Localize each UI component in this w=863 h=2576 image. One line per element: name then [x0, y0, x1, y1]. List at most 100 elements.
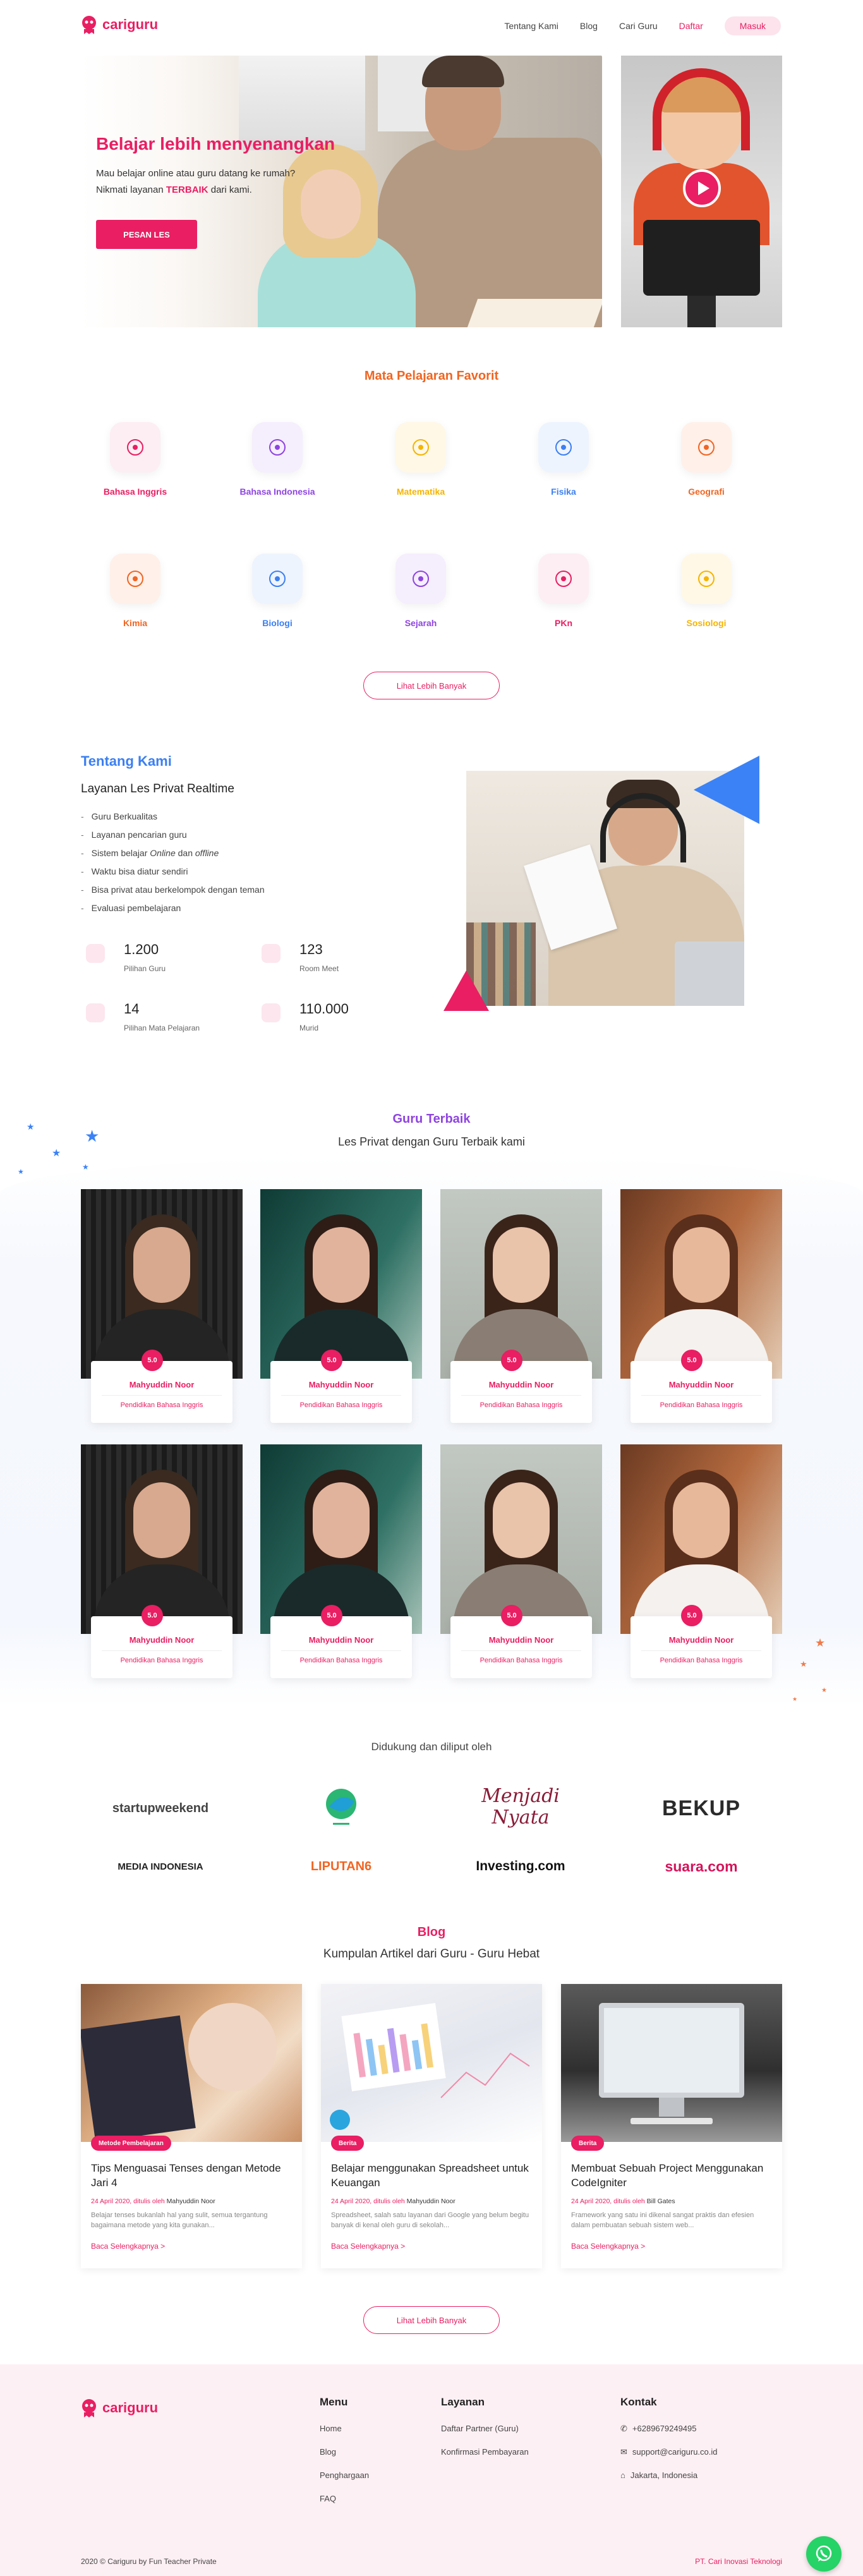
subject-geografi[interactable]: Geografi: [656, 422, 757, 497]
teacher-card[interactable]: 5.0 Mahyuddin Noor Pendidikan Bahasa Inggr…: [81, 1444, 243, 1681]
subject-label: Sosiologi: [686, 618, 727, 628]
partner-investing-logo: Investing.com: [438, 1841, 603, 1892]
blog-post-tag[interactable]: Berita: [331, 2136, 365, 2151]
teacher-card[interactable]: 5.0 Mahyuddin Noor Pendidikan Bahasa Inggr…: [620, 1189, 782, 1426]
video-tablet-stand: [687, 296, 716, 327]
teacher-divider: [102, 1650, 222, 1651]
teacher-card[interactable]: 5.0 Mahyuddin Noor Pendidikan Bahasa Inggr…: [81, 1189, 243, 1426]
hero-banner: Belajar lebih menyenangkan Mau belajar o…: [81, 56, 602, 327]
imac-stand: [659, 2098, 684, 2117]
atom-icon: [538, 422, 589, 473]
partner-kemkominfo-logo: [259, 1783, 423, 1834]
blog-post-card[interactable]: Berita Membuat Sebuah Project Menggunakan…: [561, 1984, 782, 2268]
blog-post-card[interactable]: Berita Belajar menggunakan Spreadsheet un…: [321, 1984, 542, 2268]
promo-video[interactable]: [621, 56, 782, 327]
contact-email[interactable]: ✉ support@cariguru.co.id: [620, 2447, 718, 2470]
blog-post-date: 24 April 2020, ditulis oleh: [91, 2198, 167, 2205]
flask-icon: [110, 553, 160, 604]
register-link[interactable]: Daftar: [679, 21, 703, 31]
company-link[interactable]: PT. Cari Inovasi Teknologi: [695, 2557, 782, 2566]
blog-post-tag[interactable]: Berita: [571, 2136, 605, 2151]
teacher-divider: [281, 1395, 401, 1396]
subject-bahasa-inggris[interactable]: Bahasa Inggris: [85, 422, 186, 497]
star-icon: ★: [821, 1687, 827, 1694]
blog-post-date: 24 April 2020, ditulis oleh: [331, 2198, 407, 2205]
teacher-card[interactable]: 5.0 Mahyuddin Noor Pendidikan Bahasa Inggr…: [260, 1444, 422, 1681]
subject-pkn[interactable]: PKn: [513, 553, 614, 628]
partners-title: Didukung dan diliput oleh: [371, 1741, 492, 1753]
subject-sosiologi[interactable]: Sosiologi: [656, 553, 757, 628]
footer-link-konfirmasi[interactable]: Konfirmasi Pembayaran: [441, 2447, 529, 2470]
whatsapp-chat-button[interactable]: [806, 2536, 842, 2572]
footer-logo[interactable]: cariguru: [81, 2398, 158, 2417]
read-more-link[interactable]: Baca Selengkapnya >: [91, 2242, 165, 2251]
blog-kicker: Blog: [417, 1925, 446, 1939]
history-search-icon: [395, 553, 446, 604]
about-feature: Waktu bisa diatur sendiri: [81, 862, 265, 881]
about-feature: Bisa privat atau berkelompok dengan tema…: [81, 881, 265, 899]
read-more-link[interactable]: Baca Selengkapnya >: [571, 2242, 645, 2251]
blog-more-button[interactable]: Lihat Lebih Banyak: [363, 2306, 500, 2334]
home-icon: ⌂: [620, 2470, 625, 2480]
header: cariguru Tentang Kami Blog Cari Guru Daf…: [0, 0, 863, 51]
blog-post-image: [321, 1984, 542, 2142]
blog-post-title[interactable]: Belajar menggunakan Spreadsheet untuk Ke…: [331, 2161, 530, 2190]
rating-badge: 5.0: [321, 1605, 342, 1626]
contact-text: support@cariguru.co.id: [632, 2447, 718, 2457]
blog-post-title[interactable]: Membuat Sebuah Project Menggunakan CodeI…: [571, 2161, 770, 2190]
teacher-divider: [641, 1650, 761, 1651]
subject-biologi[interactable]: Biologi: [227, 553, 328, 628]
blog-post-title[interactable]: Tips Menguasai Tenses dengan Metode Jari…: [91, 2161, 290, 2190]
nav-blog[interactable]: Blog: [580, 21, 598, 31]
offline-word: offline: [195, 848, 219, 858]
play-icon[interactable]: [683, 169, 721, 207]
teacher-subject: Pendidikan Bahasa Inggris: [660, 1401, 743, 1409]
teacher-card[interactable]: 5.0 Mahyuddin Noor Pendidikan Bahasa Inggr…: [440, 1189, 602, 1426]
subject-label: Geografi: [688, 487, 725, 497]
footer-link-blog[interactable]: Blog: [320, 2447, 369, 2470]
subject-kimia[interactable]: Kimia: [85, 553, 186, 628]
blog-post-tag[interactable]: Metode Pembelajaran: [91, 2136, 171, 2151]
star-icon: ★: [792, 1696, 798, 1702]
spreadsheet-chart-illustration: [330, 2003, 530, 2130]
subject-matematika[interactable]: Matematika: [370, 422, 471, 497]
rating-badge: 5.0: [142, 1350, 163, 1371]
stat-caption: Pilihan Guru: [124, 964, 166, 973]
contact-phone[interactable]: ✆ +6289679249495: [620, 2424, 718, 2447]
partner-name: startupweekend: [112, 1801, 209, 1815]
teacher-card[interactable]: 5.0 Mahyuddin Noor Pendidikan Bahasa Inggr…: [620, 1444, 782, 1681]
star-icon: ★: [800, 1659, 807, 1669]
nav-tentang-kami[interactable]: Tentang Kami: [504, 21, 558, 31]
indonesia-bubble-icon: [252, 422, 303, 473]
teacher-photo-face: [673, 1482, 730, 1558]
teacher-info: Mahyuddin Noor Pendidikan Bahasa Inggris: [631, 1616, 772, 1678]
read-more-link[interactable]: Baca Selengkapnya >: [331, 2242, 405, 2251]
subject-bahasa-indonesia[interactable]: Bahasa Indonesia: [227, 422, 328, 497]
footer-link-penghargaan[interactable]: Penghargaan: [320, 2470, 369, 2494]
partner-liputan6-logo: LIPUTAN6: [259, 1841, 423, 1892]
footer-layanan: Layanan Daftar Partner (Guru) Konfirmasi…: [441, 2396, 529, 2470]
subject-sejarah[interactable]: Sejarah: [370, 553, 471, 628]
hero-title: Belajar lebih menyenangkan: [96, 134, 335, 154]
subject-label: Bahasa Indonesia: [239, 487, 315, 497]
footer-link-daftar-partner[interactable]: Daftar Partner (Guru): [441, 2424, 529, 2447]
copyright: 2020 © Cariguru by Fun Teacher Private: [81, 2557, 217, 2566]
logo[interactable]: cariguru: [81, 15, 158, 34]
nav-cari-guru[interactable]: Cari Guru: [619, 21, 658, 31]
blog-post-card[interactable]: Metode Pembelajaran Tips Menguasai Tenses…: [81, 1984, 302, 2268]
blog-post-meta: 24 April 2020, ditulis oleh Mahyuddin No…: [91, 2198, 215, 2205]
teacher-photo-face: [313, 1482, 370, 1558]
teacher-photo: [260, 1189, 422, 1379]
teacher-card[interactable]: 5.0 Mahyuddin Noor Pendidikan Bahasa Inggr…: [260, 1189, 422, 1426]
teacher-card[interactable]: 5.0 Mahyuddin Noor Pendidikan Bahasa Inggr…: [440, 1444, 602, 1681]
subjects-more-button[interactable]: Lihat Lebih Banyak: [363, 672, 500, 699]
blog-post-image: [561, 1984, 782, 2142]
login-button[interactable]: Masuk: [724, 16, 781, 35]
footer-link-faq[interactable]: FAQ: [320, 2494, 369, 2517]
order-lesson-button[interactable]: PESAN LES: [96, 220, 197, 249]
rating-badge: 5.0: [321, 1350, 342, 1371]
stat-value: 1.200: [124, 941, 159, 957]
stat-value: 110.000: [299, 1001, 349, 1017]
subject-fisika[interactable]: Fisika: [513, 422, 614, 497]
footer-link-home[interactable]: Home: [320, 2424, 369, 2447]
